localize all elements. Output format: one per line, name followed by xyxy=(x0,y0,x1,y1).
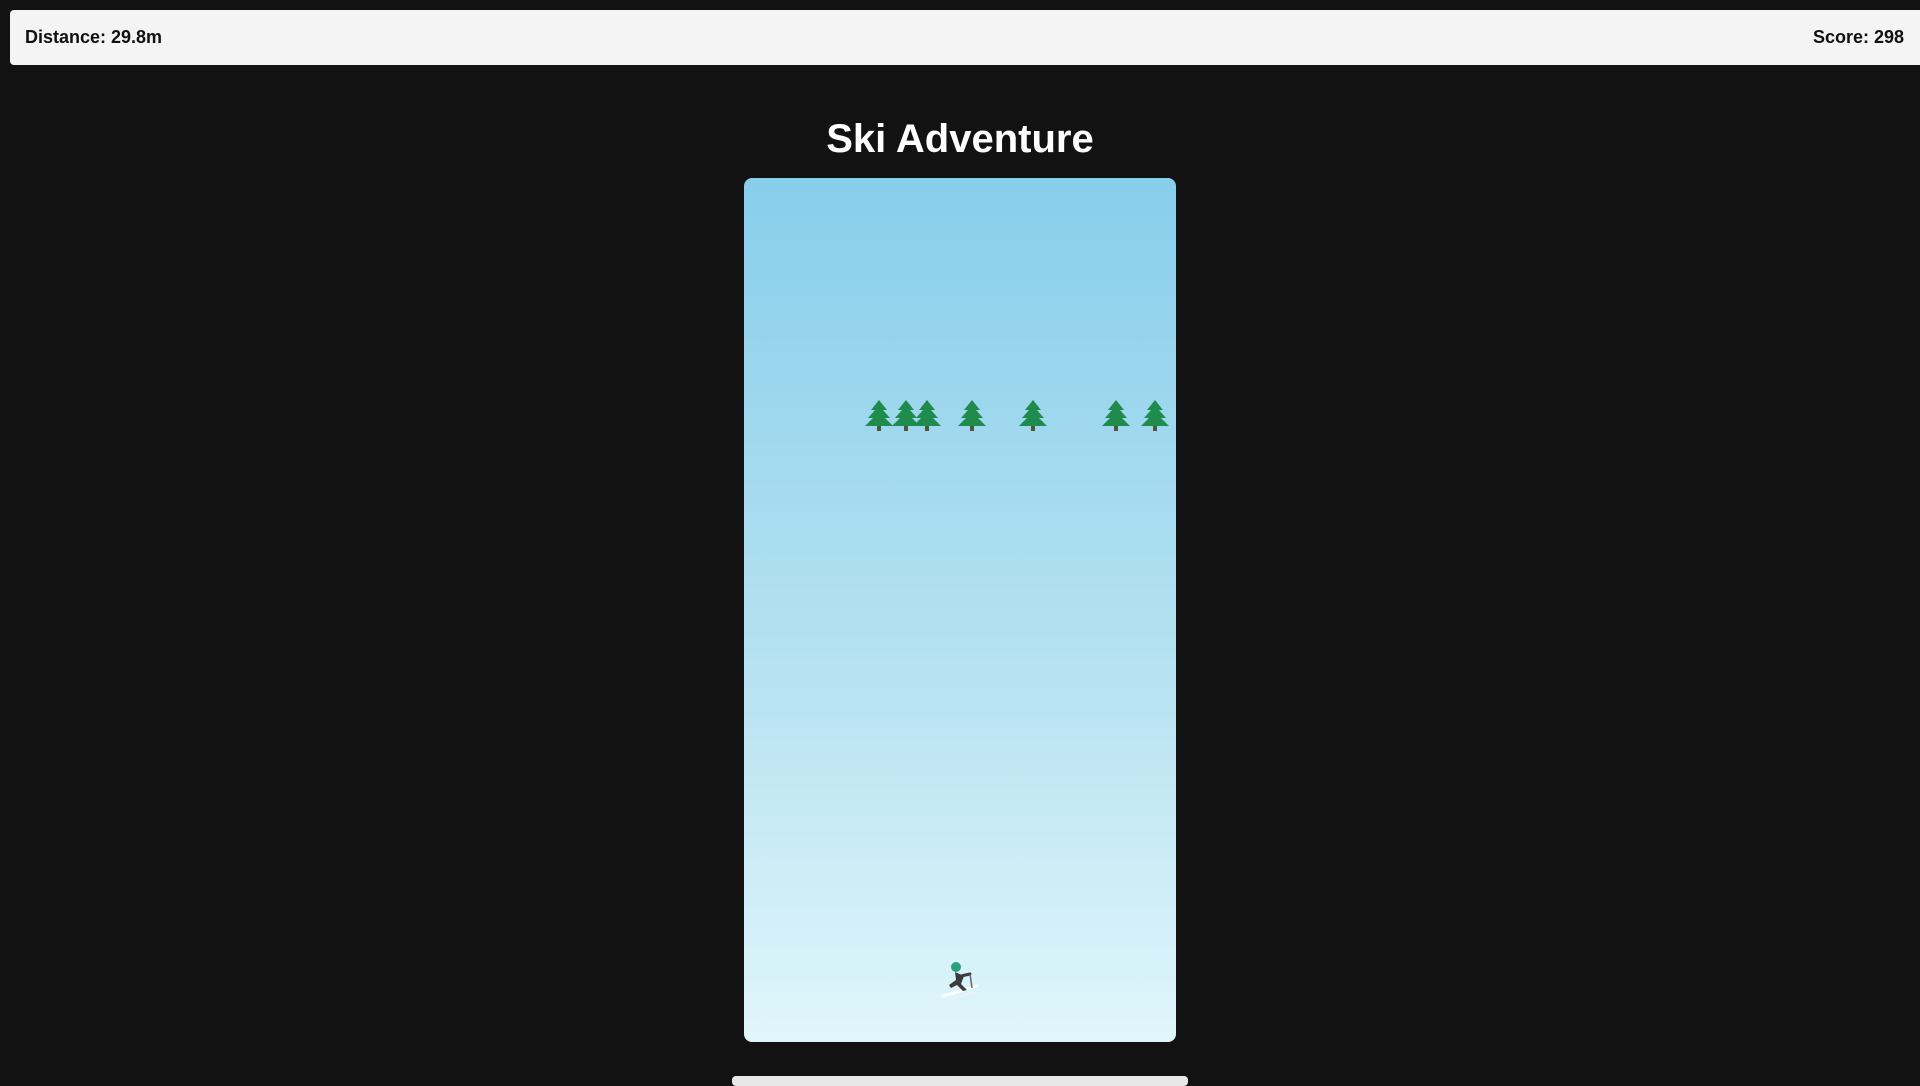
tree-icon xyxy=(1102,400,1130,431)
tree-icon xyxy=(958,400,986,431)
control-panel xyxy=(732,1076,1188,1086)
distance-display: Distance: 29.8m xyxy=(25,27,163,47)
hud-bar: Distance: 29.8m Score: 298 xyxy=(10,10,1920,65)
score-display: Score: 298 xyxy=(1812,27,1904,47)
tree-icon xyxy=(1141,400,1169,431)
skier-icon xyxy=(941,962,979,1001)
tree-icon xyxy=(1019,400,1047,431)
tree-icon xyxy=(913,400,941,431)
game-title: Ski Adventure xyxy=(826,117,1094,161)
game-canvas[interactable] xyxy=(744,178,1176,1042)
